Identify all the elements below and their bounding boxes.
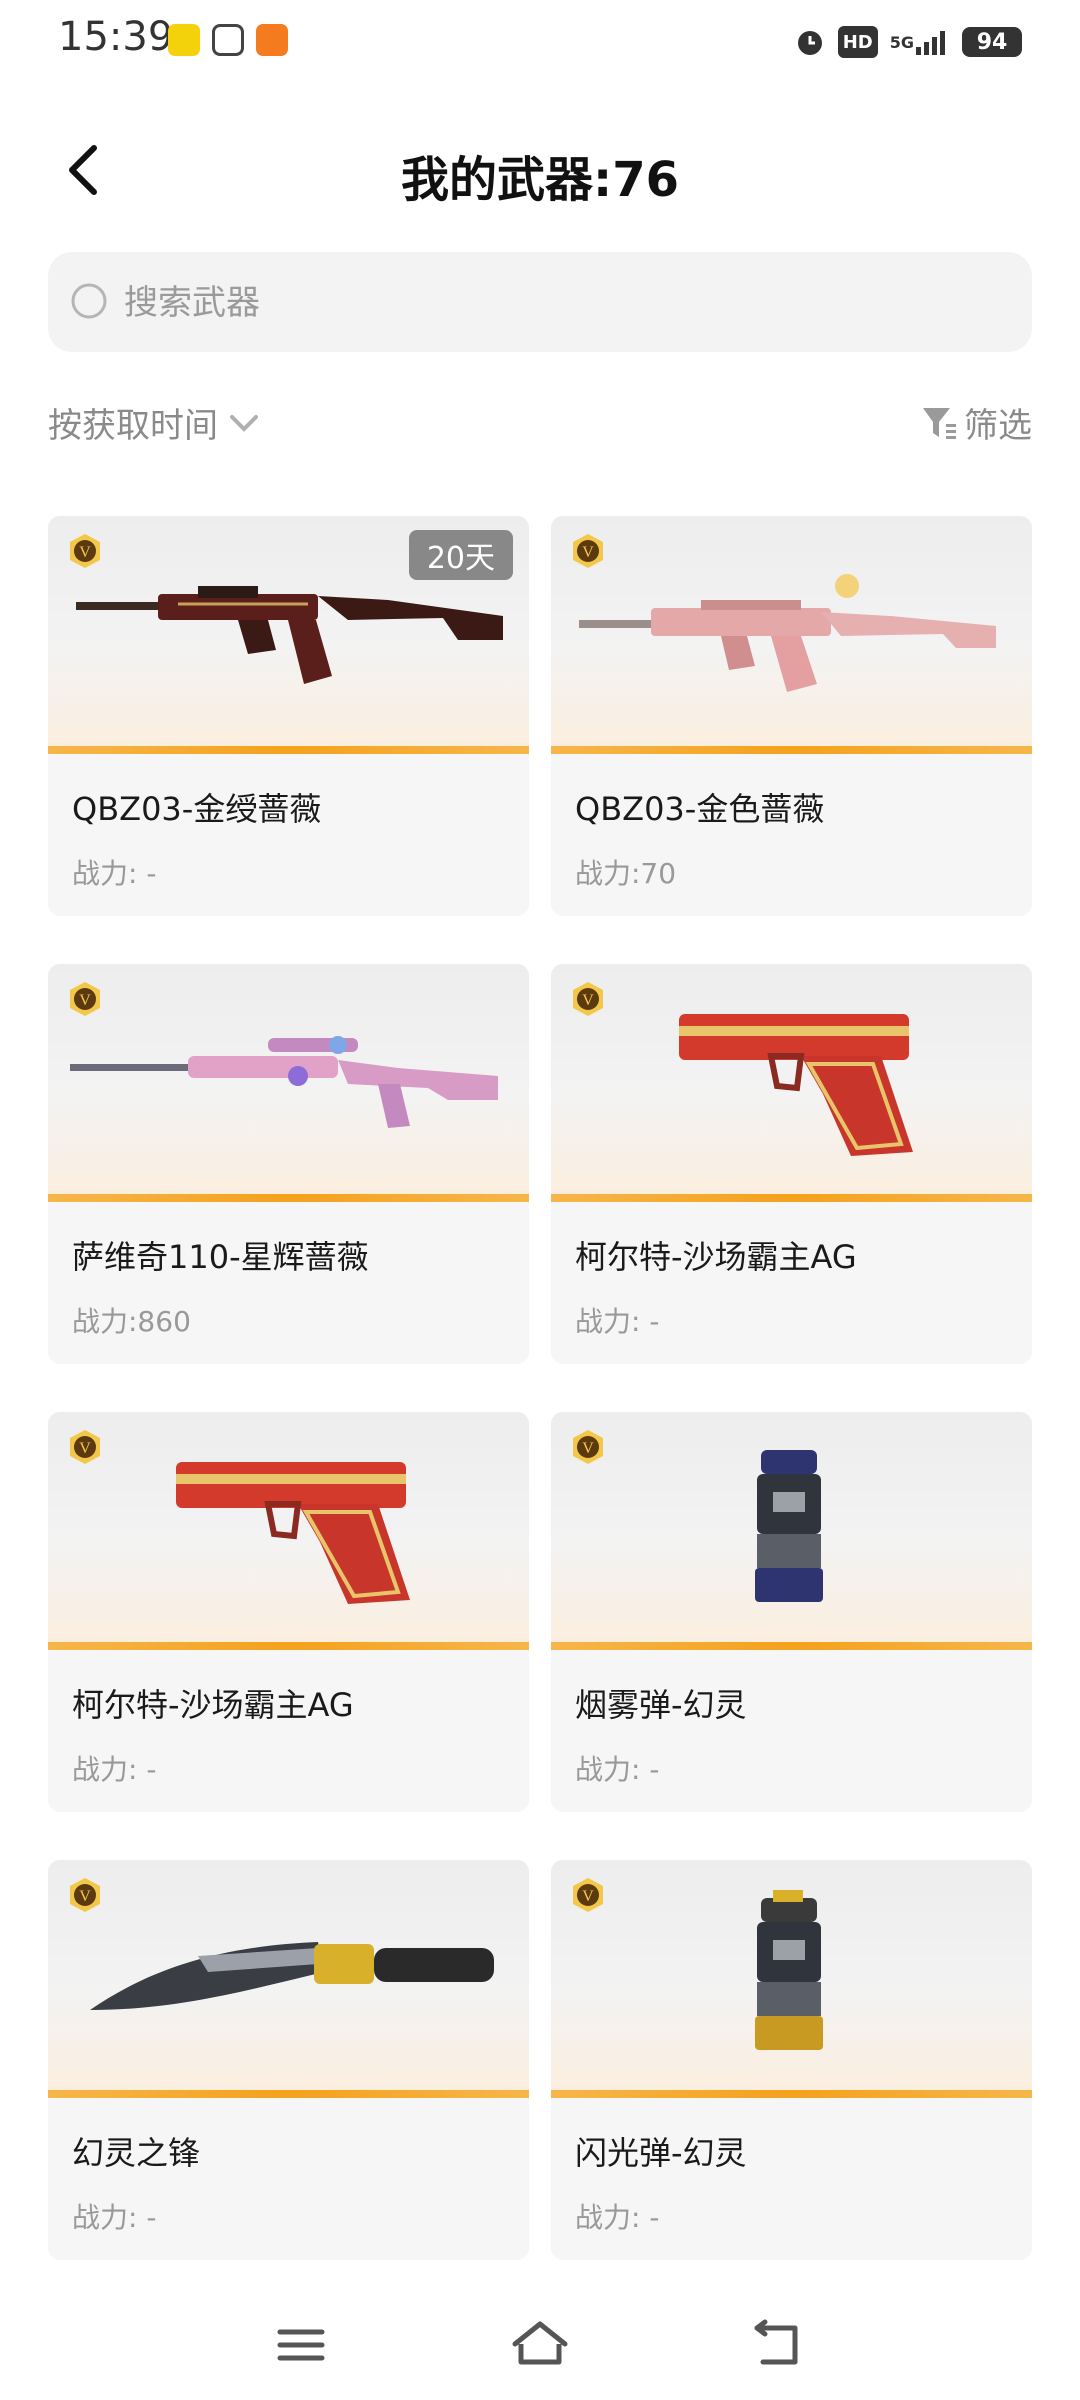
- svg-text:V: V: [79, 992, 91, 1009]
- vip-badge-icon: V: [70, 1878, 100, 1912]
- smoke-grenade-icon: [755, 1450, 823, 1602]
- filter-button[interactable]: 筛选: [920, 398, 1032, 447]
- search-input[interactable]: [122, 252, 1006, 354]
- weapon-card[interactable]: V QBZ03-金色蔷薇 战力:70: [551, 516, 1032, 916]
- battery-icon: 94: [962, 27, 1022, 57]
- video-app-icon: [212, 24, 244, 56]
- weapon-card[interactable]: V 烟雾弹-幻灵 战力: -: [551, 1412, 1032, 1812]
- weapon-power: 战力: -: [575, 1305, 660, 1338]
- vip-badge-icon: V: [70, 982, 100, 1016]
- weapon-name: 柯尔特-沙场霸主AG: [72, 1686, 354, 1724]
- svg-text:V: V: [582, 1440, 594, 1457]
- sort-filter-row: 按获取时间 筛选: [48, 398, 1032, 458]
- flash-grenade-icon: [755, 1890, 823, 2050]
- weapon-power: 战力:70: [575, 857, 677, 890]
- weapon-power: 战力:860: [72, 1305, 191, 1338]
- menu-button[interactable]: [266, 2310, 336, 2380]
- weapon-power: 战力: -: [72, 1753, 157, 1786]
- weapon-card[interactable]: V 柯尔特-沙场霸主AG 战力: -: [551, 964, 1032, 1364]
- knife-icon: [90, 1942, 494, 2010]
- weapon-image: V: [551, 516, 1032, 754]
- weapon-power: 战力: -: [72, 857, 157, 890]
- svg-text:V: V: [582, 992, 594, 1009]
- app-notification-icon: [168, 24, 200, 56]
- sort-dropdown[interactable]: 按获取时间: [48, 398, 262, 447]
- weapon-power: 战力: -: [575, 1753, 660, 1786]
- weapon-power: 战力: -: [575, 2201, 660, 2234]
- shopping-app-icon: [256, 24, 288, 56]
- weapon-name: 萨维奇110-星辉蔷薇: [72, 1238, 369, 1276]
- network-label: 5G: [889, 32, 914, 52]
- status-time: 15:39: [58, 14, 174, 60]
- rifle-icon: [579, 574, 996, 692]
- alarm-icon: [794, 26, 826, 58]
- header: 我的武器:76: [0, 120, 1080, 220]
- weapon-image: V: [48, 1412, 529, 1650]
- pistol-icon: [176, 1462, 410, 1604]
- weapon-card[interactable]: V 幻灵之锋 战力: -: [48, 1860, 529, 2260]
- svg-text:V: V: [79, 1440, 91, 1457]
- svg-text:V: V: [79, 544, 91, 561]
- vip-badge-icon: V: [70, 534, 100, 568]
- weapon-name: 幻灵之锋: [72, 2134, 201, 2172]
- svg-text:V: V: [79, 1888, 91, 1905]
- pistol-icon: [679, 1014, 913, 1156]
- vip-badge-icon: V: [70, 1430, 100, 1464]
- weapon-image: V: [551, 964, 1032, 1202]
- weapon-name: QBZ03-金绶蔷薇: [72, 790, 322, 828]
- weapon-name: QBZ03-金色蔷薇: [575, 790, 825, 828]
- search-box[interactable]: [48, 252, 1032, 354]
- svg-text:V: V: [582, 544, 594, 561]
- weapon-name: 烟雾弹-幻灵: [575, 1686, 747, 1724]
- hd-icon: HD: [837, 26, 878, 58]
- time-remaining-badge: 20天: [408, 530, 513, 580]
- weapon-card[interactable]: V 柯尔特-沙场霸主AG 战力: -: [48, 1412, 529, 1812]
- weapon-power: 战力: -: [72, 2201, 157, 2234]
- weapon-card[interactable]: V 萨维奇110-星辉蔷薇 战力:860: [48, 964, 529, 1364]
- vip-badge-icon: V: [573, 1430, 603, 1464]
- search-icon: [71, 283, 107, 319]
- weapon-name: 闪光弹-幻灵: [575, 2134, 747, 2172]
- weapon-grid: V 20天 QBZ03-金绶蔷薇 战力: - V QBZ03-金色蔷薇 战力:7…: [48, 516, 1032, 2260]
- weapon-card[interactable]: V 闪光弹-幻灵 战力: -: [551, 1860, 1032, 2260]
- chevron-down-icon: [230, 414, 258, 432]
- back-icon: [754, 2319, 798, 2365]
- vip-badge-icon: V: [573, 982, 603, 1016]
- back-nav-button[interactable]: [745, 2310, 815, 2380]
- status-bar: 15:39 HD 5G 94: [0, 0, 1080, 90]
- weapon-image: V: [48, 964, 529, 1202]
- system-navigation-bar: [0, 2290, 1080, 2400]
- home-icon: [512, 2321, 568, 2365]
- page-title: 我的武器:76: [401, 152, 679, 208]
- weapon-image: V: [48, 1860, 529, 2098]
- signal-icon: 5G: [890, 26, 950, 58]
- vip-badge-icon: V: [573, 1878, 603, 1912]
- home-button[interactable]: [505, 2310, 575, 2380]
- weapon-image: V: [551, 1412, 1032, 1650]
- weapon-image: V 20天: [48, 516, 529, 754]
- vip-badge-icon: V: [573, 534, 603, 568]
- weapon-name: 柯尔特-沙场霸主AG: [575, 1238, 857, 1276]
- sniper-rifle-icon: [70, 1036, 498, 1128]
- sort-label: 按获取时间: [48, 406, 218, 446]
- weapon-card[interactable]: V 20天 QBZ03-金绶蔷薇 战力: -: [48, 516, 529, 916]
- filter-icon: [923, 407, 956, 439]
- svg-text:V: V: [582, 1888, 594, 1905]
- status-icons: HD 5G 94: [794, 22, 1022, 62]
- menu-icon: [277, 2329, 325, 2361]
- weapon-image: V: [551, 1860, 1032, 2098]
- filter-label: 筛选: [964, 406, 1032, 446]
